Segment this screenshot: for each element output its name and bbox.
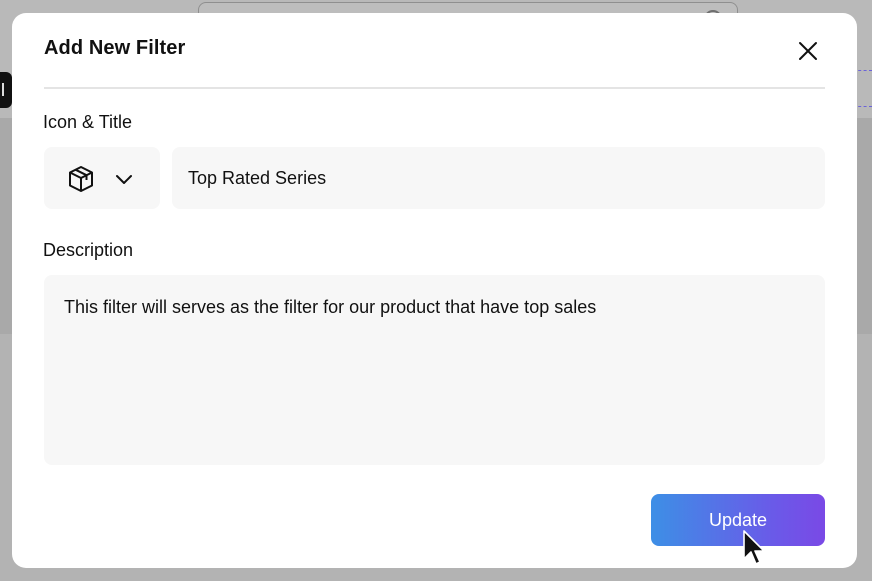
header-divider: [44, 87, 825, 89]
modal-title: Add New Filter: [44, 37, 186, 59]
add-filter-modal: Add New Filter Icon & Title Description …: [12, 13, 857, 568]
filter-title-input[interactable]: [172, 147, 825, 209]
description-label: Description: [43, 240, 134, 260]
close-button[interactable]: [796, 39, 820, 63]
background-side-tab: [0, 72, 12, 108]
close-icon: [799, 42, 817, 60]
box-icon: [69, 166, 93, 192]
update-button[interactable]: Update: [651, 494, 825, 546]
icon-title-label: Icon & Title: [43, 112, 133, 132]
mouse-pointer-icon: [743, 530, 765, 565]
chevron-down-icon: [116, 175, 132, 184]
description-textarea[interactable]: This filter will serves as the filter fo…: [44, 275, 825, 465]
icon-picker-dropdown[interactable]: [44, 147, 160, 209]
